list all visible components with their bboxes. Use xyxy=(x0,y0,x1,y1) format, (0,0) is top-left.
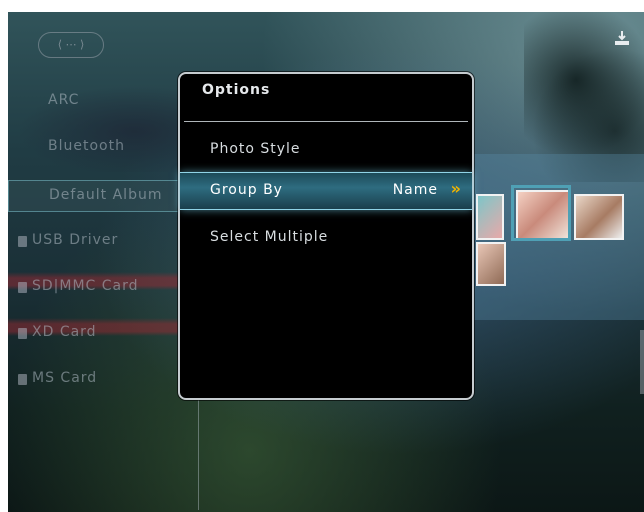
scrollbar[interactable] xyxy=(640,330,644,394)
sidebar-item-label: ARC xyxy=(48,92,80,108)
menu-item-value: Name xyxy=(392,182,438,198)
vertical-divider xyxy=(198,392,199,510)
memory-card-icon xyxy=(18,282,27,293)
photo-thumbnail[interactable] xyxy=(476,194,504,240)
memory-card-icon xyxy=(18,374,27,385)
sidebar-item-xd-card[interactable]: XD Card xyxy=(8,318,198,348)
sidebar-item-ms-card[interactable]: MS Card xyxy=(8,364,198,394)
photo-thumbnail[interactable] xyxy=(476,242,506,286)
thumbnail-strip xyxy=(468,154,644,320)
menu-item-label: Select Multiple xyxy=(210,229,329,245)
sidebar-item-label: Default Album xyxy=(49,187,163,203)
thumbnail-selection xyxy=(511,185,571,241)
sidebar-item-usb-driver[interactable]: USB Driver xyxy=(8,226,198,256)
usb-icon xyxy=(18,236,27,247)
menu-item-photo-style[interactable]: Photo Style xyxy=(180,132,472,168)
sidebar-item-arc[interactable]: ARC xyxy=(8,86,198,116)
sidebar-item-label: Bluetooth xyxy=(48,138,125,154)
menu-item-select-multiple[interactable]: Select Multiple xyxy=(180,220,472,256)
options-dialog: Options Photo Style Group By Name » Sele… xyxy=(178,72,474,400)
dialog-title: Options xyxy=(202,82,271,98)
sidebar-item-label: XD Card xyxy=(32,324,97,340)
title-divider xyxy=(184,121,468,122)
brand-logo: ⟨ ⋯ ⟩ xyxy=(38,32,104,58)
menu-item-group-by[interactable]: Group By Name » xyxy=(180,172,472,210)
menu-item-label: Photo Style xyxy=(210,141,301,157)
photo-thumbnail[interactable] xyxy=(574,194,624,240)
sidebar-item-bluetooth[interactable]: Bluetooth xyxy=(8,132,198,162)
sidebar-item-label: USB Driver xyxy=(32,232,119,248)
memory-card-icon xyxy=(18,328,27,339)
menu-item-label: Group By xyxy=(210,182,283,198)
import-icon[interactable] xyxy=(614,30,630,46)
sidebar-item-label: MS Card xyxy=(32,370,98,386)
screen-background: ⟨ ⋯ ⟩ ARC Bluetooth Default Album USB Dr… xyxy=(8,12,644,512)
sidebar-item-default-album[interactable]: Default Album xyxy=(8,180,200,212)
sidebar-item-label: SD|MMC Card xyxy=(32,278,139,294)
double-chevron-right-icon: » xyxy=(450,179,462,198)
sidebar-item-sd-mmc-card[interactable]: SD|MMC Card xyxy=(8,272,198,302)
